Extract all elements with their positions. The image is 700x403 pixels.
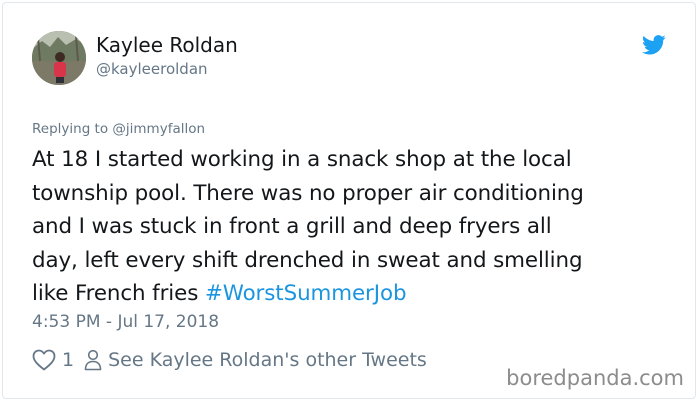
reply-context: Replying to @jimmyfallon — [32, 121, 205, 137]
hashtag-link[interactable]: #WorstSummerJob — [205, 281, 407, 306]
watermark: boredpanda.com — [506, 366, 684, 390]
tweet-last-line: like French fries #WorstSummerJob — [32, 277, 682, 311]
display-name[interactable]: Kaylee Roldan — [96, 33, 238, 57]
tweet-line: and I was stuck in front a grill and dee… — [32, 214, 552, 240]
tweet-line: township pool. There was no proper air c… — [32, 180, 584, 206]
tweet-line: At 18 I started working in a snack shop … — [32, 147, 572, 172]
user-handle[interactable]: @kayleeroldan — [96, 60, 208, 78]
other-tweets-link[interactable]: See Kaylee Roldan's other Tweets — [108, 349, 427, 371]
reply-mention-link[interactable]: @jimmyfallon — [112, 121, 205, 137]
tweet-line: like French fries — [32, 281, 205, 307]
heart-icon[interactable] — [32, 349, 56, 371]
tweet-actions: 1 See Kaylee Roldan's other Tweets — [32, 345, 427, 375]
twitter-bird-icon[interactable] — [642, 35, 666, 55]
like-count: 1 — [62, 349, 75, 371]
reply-prefix: Replying to — [32, 121, 113, 137]
avatar[interactable] — [32, 31, 86, 85]
person-icon[interactable] — [84, 349, 102, 371]
tweet-timestamp[interactable]: 4:53 PM - Jul 17, 2018 — [32, 312, 219, 332]
tweet-line: day, left every shift drenched in sweat … — [32, 247, 583, 273]
tweet-text: At 18 I started working in a snack shop … — [32, 143, 682, 311]
